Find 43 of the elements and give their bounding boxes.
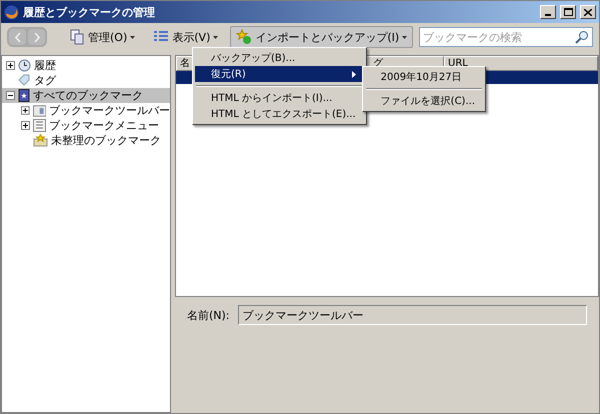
tree-item[interactable]: 未整理のブックマーク	[2, 133, 170, 148]
back-icon	[14, 32, 20, 42]
close-button[interactable]	[580, 5, 596, 19]
list-icon	[33, 119, 46, 132]
menu-item[interactable]: ファイルを選択(C)...	[364, 93, 483, 109]
submenu-arrow-icon	[352, 70, 356, 78]
collapse-icon[interactable]	[6, 91, 15, 100]
minimize-button[interactable]	[540, 5, 556, 19]
book-icon	[18, 89, 30, 102]
menu-item[interactable]: バックアップ(B)...	[195, 50, 364, 66]
search-field[interactable]: ブックマークの検索	[419, 27, 593, 47]
forward-icon	[34, 32, 40, 42]
list-view-icon	[153, 30, 170, 44]
expand-icon[interactable]	[6, 61, 15, 70]
close-icon	[584, 8, 592, 16]
dropdown-arrow-icon	[213, 36, 218, 38]
dropdown-arrow-icon	[130, 36, 136, 38]
tree-item[interactable]: ブックマークツールバー	[2, 103, 170, 118]
clock-icon	[18, 59, 31, 72]
toolbar-button[interactable]: インポートとバックアップ(I)	[230, 26, 414, 48]
menu-item[interactable]: HTML としてエクスポート(E)...	[195, 106, 364, 122]
toolbar-button[interactable]: 管理(O)	[63, 26, 142, 48]
window-title: 履歴とブックマークの管理	[23, 4, 156, 20]
tree-item[interactable]: 履歴	[2, 58, 170, 73]
menu-item[interactable]: 2009年10月27日	[364, 69, 483, 85]
maximize-icon	[564, 8, 572, 16]
name-field[interactable]: ブックマークツールバー	[238, 305, 587, 325]
expand-icon[interactable]	[21, 106, 30, 115]
maximize-button[interactable]	[560, 5, 576, 19]
tree-item[interactable]: タグ	[2, 73, 170, 88]
folder-star-icon	[33, 134, 48, 147]
menu-item[interactable]: HTML からインポート(I)...	[195, 90, 364, 106]
name-label: 名前(N):	[187, 308, 230, 323]
search-icon	[575, 30, 589, 44]
browser-logo-icon	[4, 4, 19, 20]
pages-icon	[69, 29, 85, 45]
toolbar-button[interactable]: 表示(V)	[147, 26, 224, 48]
tree-item[interactable]: ブックマークメニュー	[2, 118, 170, 133]
dropdown-arrow-icon	[402, 36, 408, 38]
expand-icon[interactable]	[21, 121, 30, 130]
toolbar-icon	[32, 104, 46, 116]
tree-item[interactable]: すべてのブックマーク	[2, 88, 170, 103]
menu-item[interactable]: 復元(R)	[195, 66, 364, 82]
